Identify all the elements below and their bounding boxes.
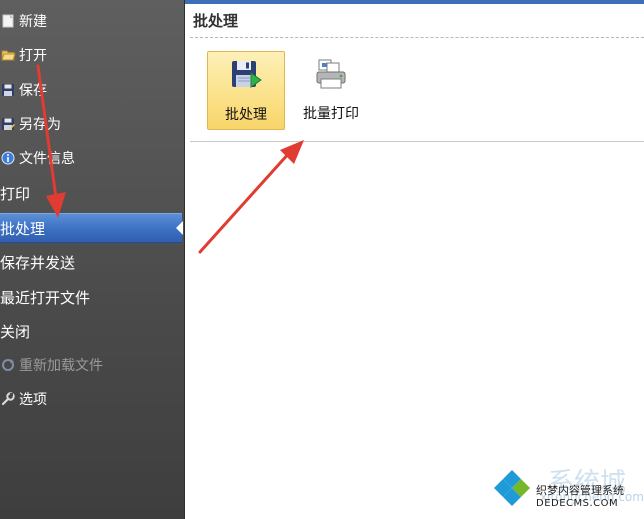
- batch-save-icon: [229, 58, 263, 92]
- section-divider: [190, 141, 644, 142]
- wrench-icon: [0, 391, 16, 407]
- menu-item-label: 另存为: [19, 117, 61, 133]
- batch-process-button[interactable]: 批处理: [207, 51, 285, 130]
- menu-item-reload-file: 重新加载文件: [0, 351, 182, 379]
- save-icon: [0, 82, 16, 98]
- menu-item-label: 打开: [19, 48, 47, 64]
- window-top-accent: [185, 0, 644, 4]
- windows-logo-icon: [492, 468, 532, 508]
- title-divider: [190, 37, 644, 38]
- menu-item-label: 重新加载文件: [19, 358, 103, 374]
- menu-item-options[interactable]: 选项: [0, 385, 182, 413]
- watermark-line2: DEDECMS.COM: [536, 498, 619, 509]
- arrow-up-annotation: [198, 140, 304, 254]
- menu-item-save[interactable]: 保存: [0, 76, 182, 104]
- menu-item-label: 保存: [19, 83, 47, 99]
- menu-item-open[interactable]: 打开: [0, 41, 182, 69]
- menu-item-batch[interactable]: 批处理: [0, 213, 183, 243]
- menu-item-label: 关闭: [0, 322, 31, 341]
- button-label: 批处理: [225, 107, 267, 123]
- menu-item-save-and-send[interactable]: 保存并发送: [0, 248, 182, 276]
- menu-item-recent-files[interactable]: 最近打开文件: [0, 283, 182, 311]
- menu-item-label: 新建: [19, 14, 47, 30]
- backstage-sidebar: 新建 打开 保存 另存为 文件信息 打印 批处理 保存并发送 最近打开文件 关闭…: [0, 0, 185, 519]
- new-document-icon: [0, 13, 16, 29]
- menu-item-print[interactable]: 打印: [0, 179, 182, 207]
- menu-item-label: 选项: [19, 392, 47, 408]
- menu-item-label: 打印: [0, 184, 31, 203]
- batch-print-icon: [314, 57, 348, 91]
- menu-item-close[interactable]: 关闭: [0, 317, 182, 345]
- batch-print-button[interactable]: 批量打印: [292, 51, 370, 130]
- menu-item-label: 批处理: [0, 219, 46, 238]
- menu-item-file-info[interactable]: 文件信息: [0, 144, 182, 172]
- page-title: 批处理: [193, 12, 239, 30]
- watermark: 系统城 xitongcheng.com 织梦内容管理系统 DEDECMS.COM: [488, 460, 644, 519]
- watermark-line1: 织梦内容管理系统: [536, 484, 624, 497]
- menu-item-label: 文件信息: [19, 151, 75, 167]
- menu-item-label: 最近打开文件: [0, 288, 91, 307]
- menu-item-label: 保存并发送: [0, 253, 76, 272]
- reload-icon: [0, 357, 16, 373]
- menu-item-new[interactable]: 新建: [0, 7, 182, 35]
- info-icon: [0, 150, 16, 166]
- active-indicator: [176, 221, 183, 235]
- open-folder-icon: [0, 47, 16, 63]
- button-label: 批量打印: [303, 106, 359, 122]
- save-as-icon: [0, 116, 16, 132]
- menu-item-save-as[interactable]: 另存为: [0, 110, 182, 138]
